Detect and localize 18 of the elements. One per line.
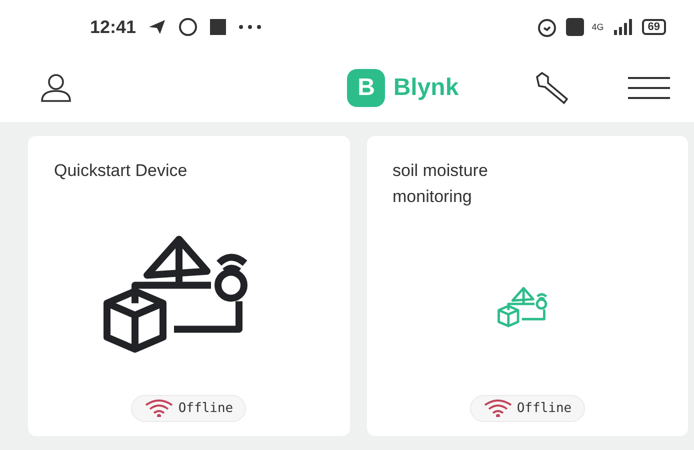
battery-indicator: 69 xyxy=(642,19,666,35)
network-label: 4G xyxy=(592,22,604,32)
device-card[interactable]: soil moisture monitoring Offline xyxy=(366,136,688,436)
status-label: Offline xyxy=(178,400,234,418)
status-label: Offline xyxy=(516,400,572,418)
wrench-icon[interactable] xyxy=(534,71,570,105)
device-card[interactable]: Quickstart Device Offline xyxy=(28,136,350,436)
status-time: 12:41 xyxy=(90,16,136,38)
user-icon[interactable] xyxy=(40,74,72,102)
logo-badge: B xyxy=(347,69,386,107)
square-icon xyxy=(210,19,226,35)
signal-icon xyxy=(612,19,634,35)
device-name: Quickstart Device xyxy=(54,160,188,182)
menu-icon[interactable] xyxy=(628,76,670,100)
send-icon xyxy=(148,19,166,35)
logo-name: Blynk xyxy=(393,73,459,103)
more-icon xyxy=(238,24,262,30)
device-name: soil moisture monitoring xyxy=(392,160,489,208)
